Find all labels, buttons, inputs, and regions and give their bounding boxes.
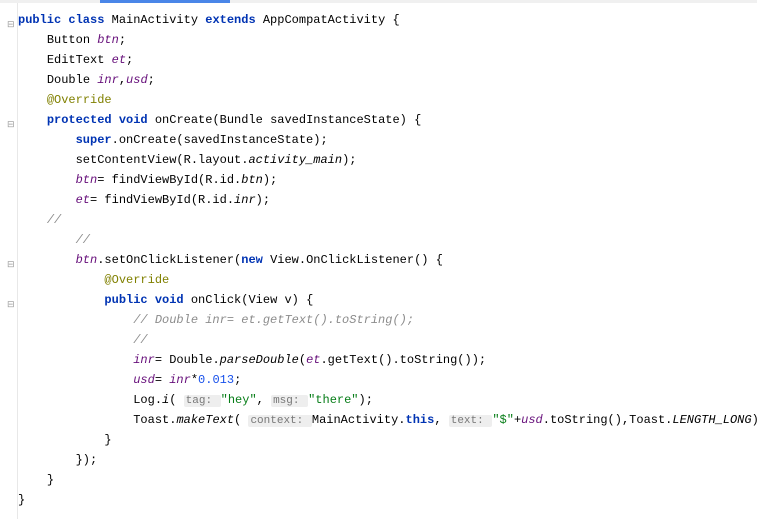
gutter: ⊟ ⊟ ⊟ ⊟: [0, 3, 18, 519]
code-line[interactable]: usd= inr*0.013;: [18, 370, 757, 390]
tab-bar: [0, 0, 757, 3]
code-editor[interactable]: public class MainActivity extends AppCom…: [18, 10, 757, 510]
code-line[interactable]: // Double inr= et.getText().toString();: [18, 310, 757, 330]
code-line[interactable]: //: [18, 210, 757, 230]
code-line[interactable]: @Override: [18, 270, 757, 290]
code-line[interactable]: et= findViewById(R.id.inr);: [18, 190, 757, 210]
code-line[interactable]: //: [18, 330, 757, 350]
code-line[interactable]: setContentView(R.layout.activity_main);: [18, 150, 757, 170]
fold-icon[interactable]: ⊟: [7, 120, 15, 130]
fold-icon[interactable]: ⊟: [7, 300, 15, 310]
code-line[interactable]: protected void onCreate(Bundle savedInst…: [18, 110, 757, 130]
fold-icon[interactable]: ⊟: [7, 260, 15, 270]
active-tab-indicator[interactable]: [100, 0, 230, 3]
code-line[interactable]: Button btn;: [18, 30, 757, 50]
code-line[interactable]: Log.i( tag: "hey", msg: "there");: [18, 390, 757, 410]
code-line[interactable]: super.onCreate(savedInstanceState);: [18, 130, 757, 150]
fold-icon[interactable]: ⊟: [7, 20, 15, 30]
code-line[interactable]: inr= Double.parseDouble(et.getText().toS…: [18, 350, 757, 370]
code-line[interactable]: Toast.makeText( context: MainActivity.th…: [18, 410, 757, 430]
code-line[interactable]: public class MainActivity extends AppCom…: [18, 10, 757, 30]
code-line[interactable]: @Override: [18, 90, 757, 110]
code-line[interactable]: //: [18, 230, 757, 250]
code-line[interactable]: }: [18, 470, 757, 490]
code-line[interactable]: btn= findViewById(R.id.btn);: [18, 170, 757, 190]
code-line[interactable]: }: [18, 490, 757, 510]
code-line[interactable]: });: [18, 450, 757, 470]
code-line[interactable]: EditText et;: [18, 50, 757, 70]
code-line[interactable]: public void onClick(View v) {: [18, 290, 757, 310]
code-line[interactable]: }: [18, 430, 757, 450]
code-line[interactable]: Double inr,usd;: [18, 70, 757, 90]
code-line[interactable]: btn.setOnClickListener(new View.OnClickL…: [18, 250, 757, 270]
